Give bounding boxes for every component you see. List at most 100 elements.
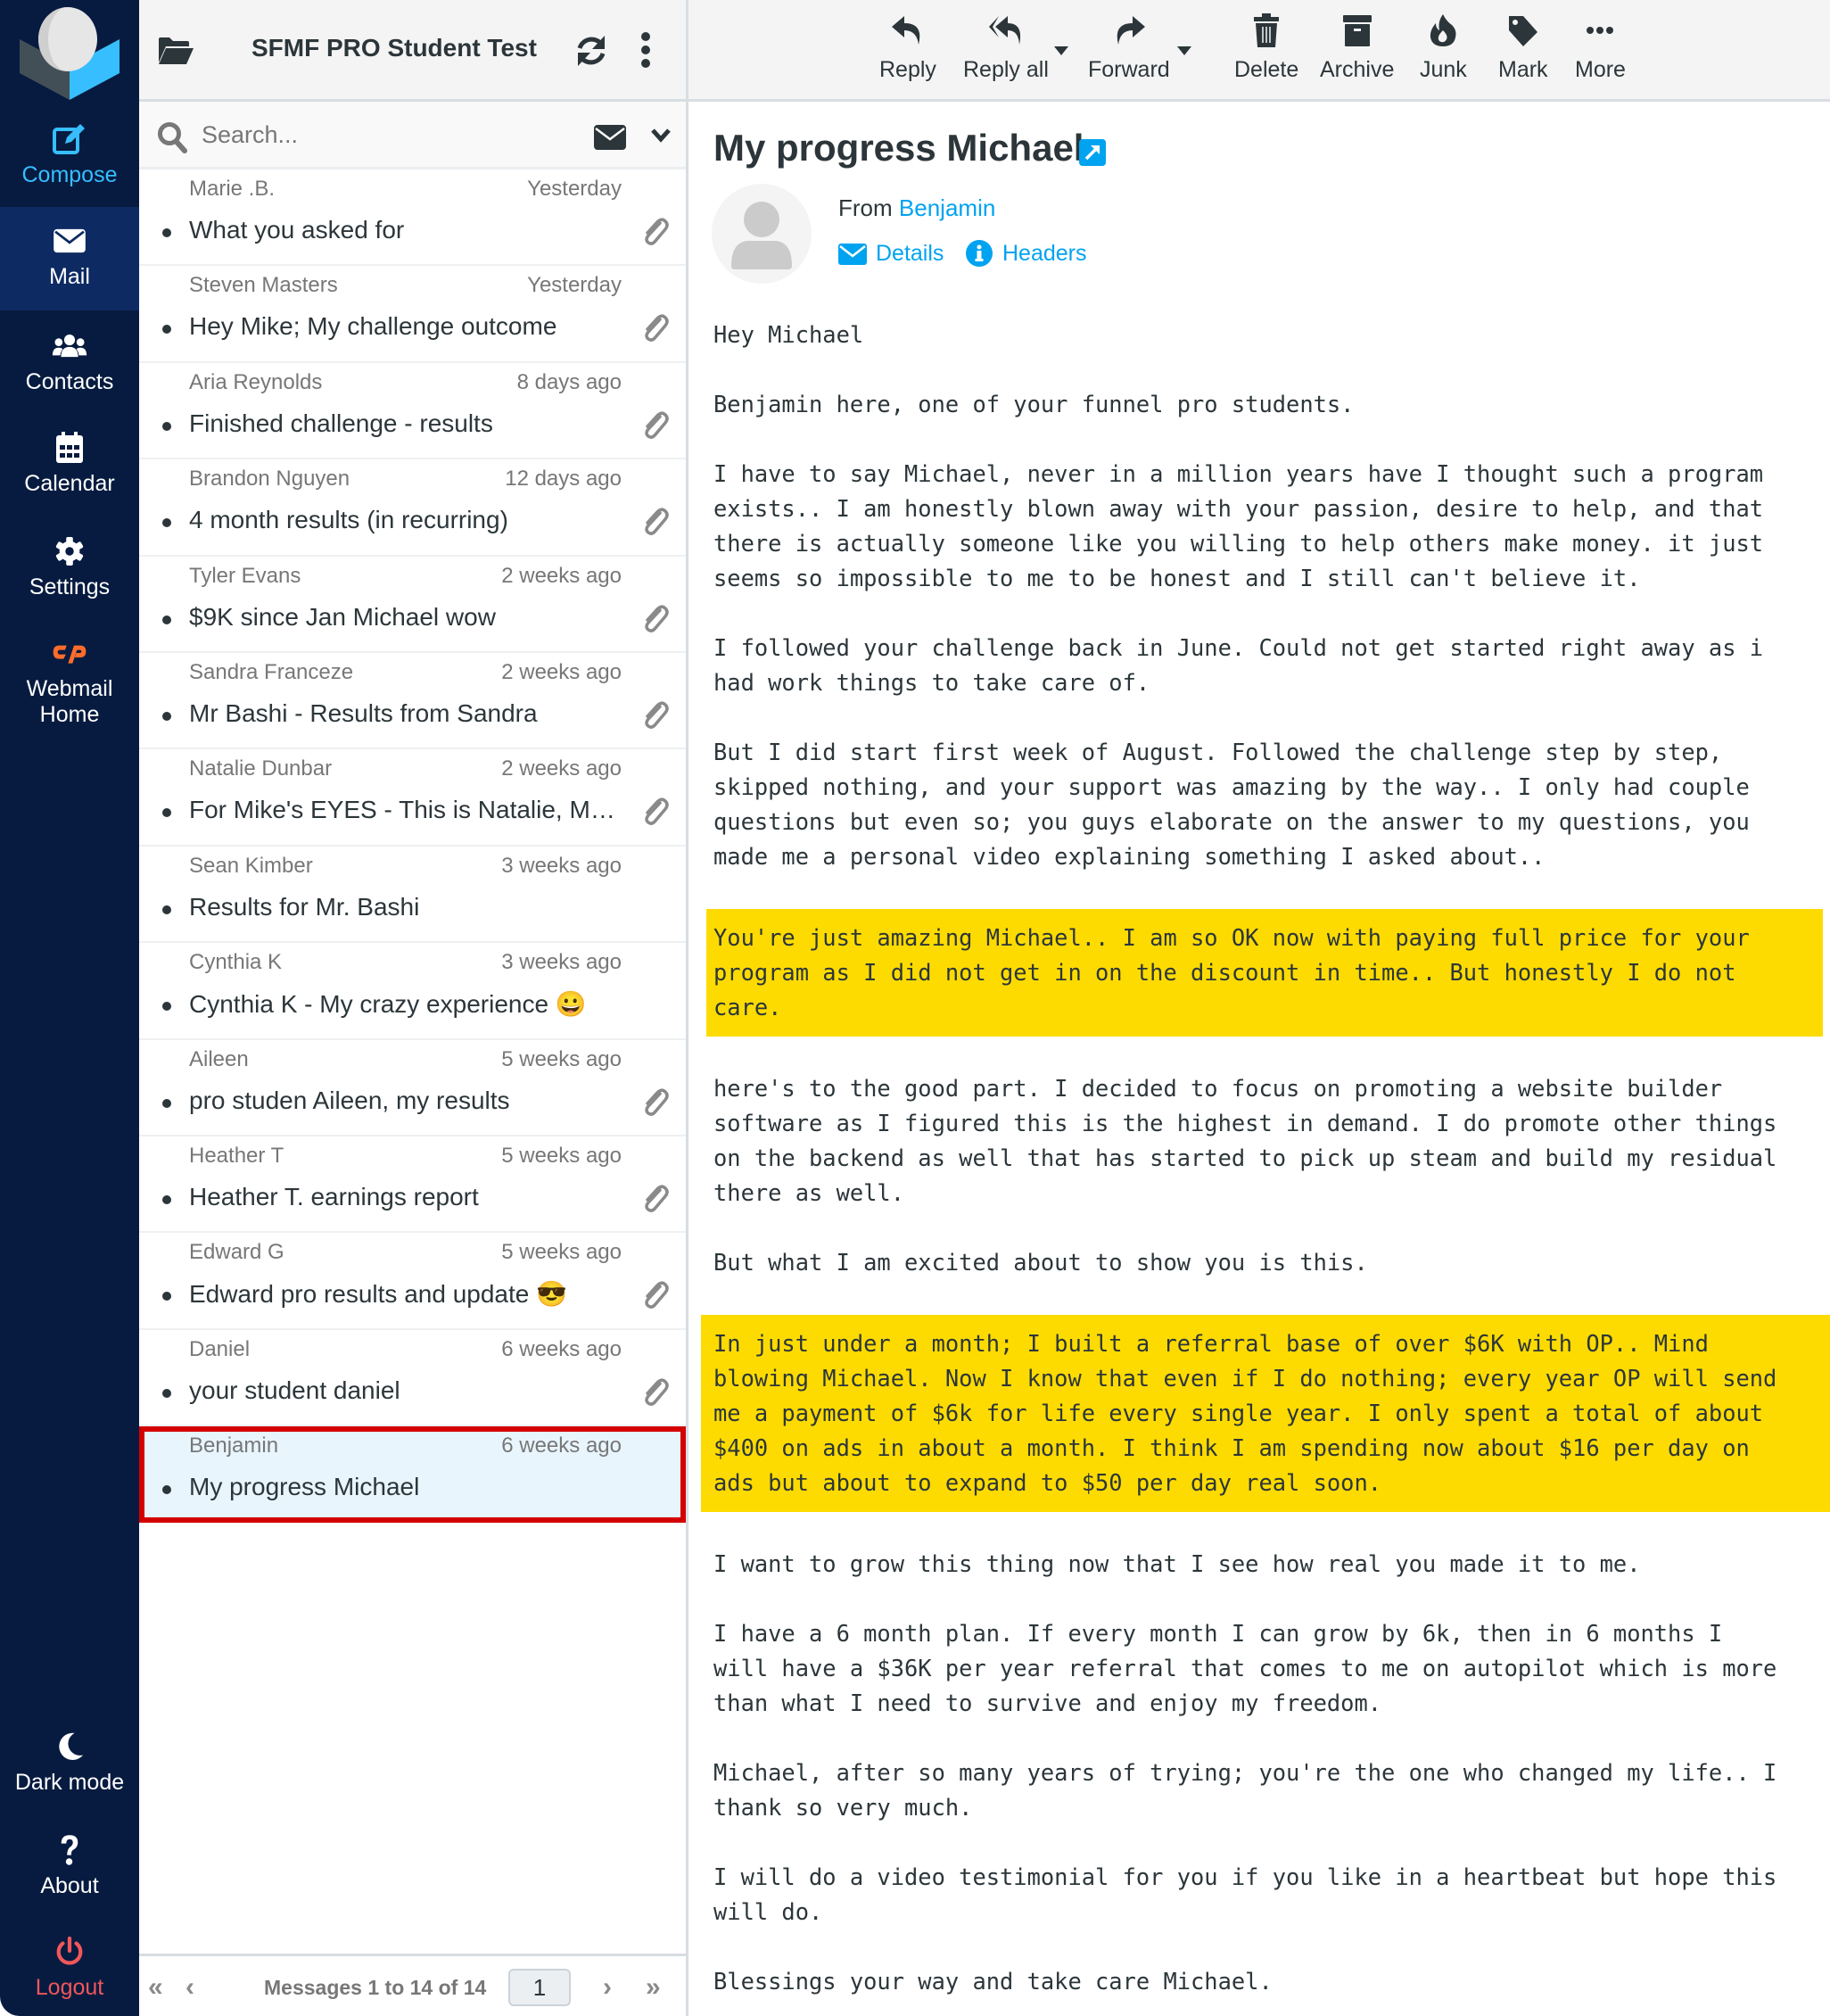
message-row[interactable]: Brandon Nguyen 12 days ago 4 month results… — [139, 459, 686, 557]
refresh-icon[interactable] — [574, 34, 608, 68]
roundcube-logo[interactable] — [20, 7, 120, 100]
first-page-icon[interactable]: « — [148, 1972, 163, 2003]
message-date: 12 days ago — [505, 467, 622, 492]
sender-link[interactable]: Benjamin — [899, 194, 995, 221]
message-row[interactable]: Aileen 5 weeks ago pro studen Aileen, my r… — [139, 1040, 686, 1136]
nav-webmail-home[interactable]: Webmail Home — [0, 619, 139, 735]
unread-dot-icon — [162, 325, 171, 335]
message-sender: Cynthia K — [189, 950, 283, 975]
message-sender: Aria Reynolds — [189, 369, 323, 394]
list-header: SFMF PRO Student Testi... — [139, 0, 686, 102]
nav-about[interactable]: About — [0, 1816, 139, 1918]
message-row[interactable]: Tyler Evans 2 weeks ago $9K since Jan Mich… — [139, 557, 686, 653]
highlighted-paragraph: You're just amazing Michael.. I am so OK… — [706, 909, 1823, 1037]
tag-icon — [1508, 16, 1537, 46]
folder-open-icon[interactable] — [157, 36, 194, 66]
message-date: 5 weeks ago — [501, 1046, 622, 1071]
folder-title: SFMF PRO Student Testi... — [251, 34, 537, 62]
nav-label: Logout — [35, 1975, 104, 2000]
from-line: From Benjamin — [838, 194, 995, 222]
reply-all-label: Reply all — [963, 57, 1049, 82]
message-row[interactable]: Daniel 6 weeks ago your student daniel — [139, 1330, 686, 1427]
message-row-selected[interactable]: Benjamin 6 weeks ago My progress Michael — [139, 1426, 686, 1524]
envelope-filter-icon[interactable] — [594, 125, 626, 150]
message-row[interactable]: Steven Masters Yesterday Hey Mike; My chal… — [139, 266, 686, 363]
cpanel-icon — [52, 635, 87, 671]
compose-icon — [52, 121, 87, 157]
nav-calendar[interactable]: Calendar — [0, 414, 139, 516]
reply-all-button[interactable]: Reply all — [963, 12, 1049, 93]
message-date: 8 days ago — [516, 369, 622, 394]
forward-icon — [1117, 16, 1145, 45]
message-date: 5 weeks ago — [501, 1240, 622, 1265]
delete-button[interactable]: Delete — [1234, 12, 1298, 93]
chevron-down-icon[interactable] — [651, 127, 671, 145]
gear-icon — [52, 533, 87, 569]
message-subject: My progress Michael — [713, 127, 1084, 169]
details-link[interactable]: Details — [838, 239, 944, 268]
attachment-icon — [640, 603, 669, 635]
message-subject: Cynthia K - My crazy experience 😀 — [189, 990, 587, 1019]
message-date: Yesterday — [527, 177, 622, 201]
nav-label: Contacts — [25, 369, 114, 394]
more-vertical-icon[interactable] — [640, 32, 651, 68]
nav-settings[interactable]: Settings — [0, 517, 139, 619]
message-sender: Daniel — [189, 1336, 251, 1361]
body-paragraph: here's to the good part. I decided to fo… — [713, 1075, 1777, 1206]
mark-button[interactable]: Mark — [1498, 12, 1548, 93]
message-date: 2 weeks ago — [501, 659, 622, 684]
archive-button[interactable]: Archive — [1320, 12, 1394, 93]
attachment-icon — [640, 1086, 669, 1119]
sender-avatar — [712, 184, 812, 284]
message-row[interactable]: Edward G 5 weeks ago Edward pro results an… — [139, 1233, 686, 1330]
prev-page-icon[interactable]: ‹ — [185, 1972, 194, 2003]
body-paragraph: But I did start first week of August. Fo… — [713, 739, 1750, 870]
message-subject: Mr Bashi - Results from Sandra — [189, 698, 538, 727]
nav-logout[interactable]: Logout — [0, 1918, 139, 2016]
message-row[interactable]: Aria Reynolds 8 days ago Finished challeng… — [139, 363, 686, 460]
question-icon — [52, 1832, 87, 1868]
message-row[interactable]: Sean Kimber 3 weeks ago Results for Mr. Ba… — [139, 847, 686, 944]
message-sender: Benjamin — [189, 1434, 279, 1458]
reply-button[interactable]: Reply — [879, 12, 936, 93]
nav-mail[interactable]: Mail — [0, 207, 139, 310]
nav-compose[interactable]: Compose — [0, 105, 139, 207]
archive-label: Archive — [1320, 57, 1395, 82]
next-page-icon[interactable]: › — [603, 1972, 612, 2003]
forward-button[interactable]: Forward — [1088, 12, 1170, 93]
from-label: From — [838, 194, 893, 221]
attachment-icon — [640, 796, 669, 828]
search-bar — [139, 102, 686, 169]
body-paragraph: I will do a video testimonial for you if… — [713, 1863, 1777, 1925]
unread-dot-icon — [162, 1002, 171, 1012]
unread-dot-icon — [162, 1098, 171, 1108]
nav-contacts[interactable]: Contacts — [0, 312, 139, 414]
open-in-new-window-icon[interactable] — [1079, 139, 1106, 166]
envelope-icon — [838, 244, 867, 265]
message-row[interactable]: Cynthia K 3 weeks ago Cynthia K - My crazy… — [139, 943, 686, 1040]
message-row[interactable]: Sandra Franceze 2 weeks ago Mr Bashi - Res… — [139, 653, 686, 750]
reply-all-dropdown-icon[interactable] — [1054, 46, 1068, 55]
nav-dark-mode[interactable]: Dark mode — [0, 1713, 139, 1814]
message-row[interactable]: Marie .B. Yesterday What you asked for — [139, 169, 686, 267]
junk-label: Junk — [1420, 57, 1467, 82]
headers-link[interactable]: Headers — [965, 239, 1087, 268]
more-button[interactable]: More — [1575, 12, 1626, 93]
message-row[interactable]: Heather T 5 weeks ago Heather T. earnings … — [139, 1136, 686, 1234]
forward-dropdown-icon[interactable] — [1177, 46, 1191, 55]
message-row[interactable]: Natalie Dunbar 2 weeks ago For Mike's EYES… — [139, 749, 686, 847]
junk-button[interactable]: Junk — [1420, 12, 1467, 93]
attachment-icon — [640, 216, 669, 248]
page-number-input[interactable] — [508, 1969, 571, 2006]
message-body: Hey Michael Benjamin here, one of your fu… — [688, 298, 1830, 2016]
attachment-icon — [640, 1279, 669, 1311]
message-subject: $9K since Jan Michael wow — [189, 602, 496, 631]
unread-dot-icon — [162, 711, 171, 721]
message-subject: Results for Mr. Bashi — [189, 892, 420, 921]
message-subject: Edward pro results and update 😎 — [189, 1280, 567, 1309]
message-date: 6 weeks ago — [501, 1434, 622, 1458]
last-page-icon[interactable]: » — [646, 1972, 661, 2003]
ellipsis-icon — [1587, 27, 1614, 34]
search-input[interactable] — [202, 114, 469, 155]
message-sender: Heather T — [189, 1143, 284, 1168]
